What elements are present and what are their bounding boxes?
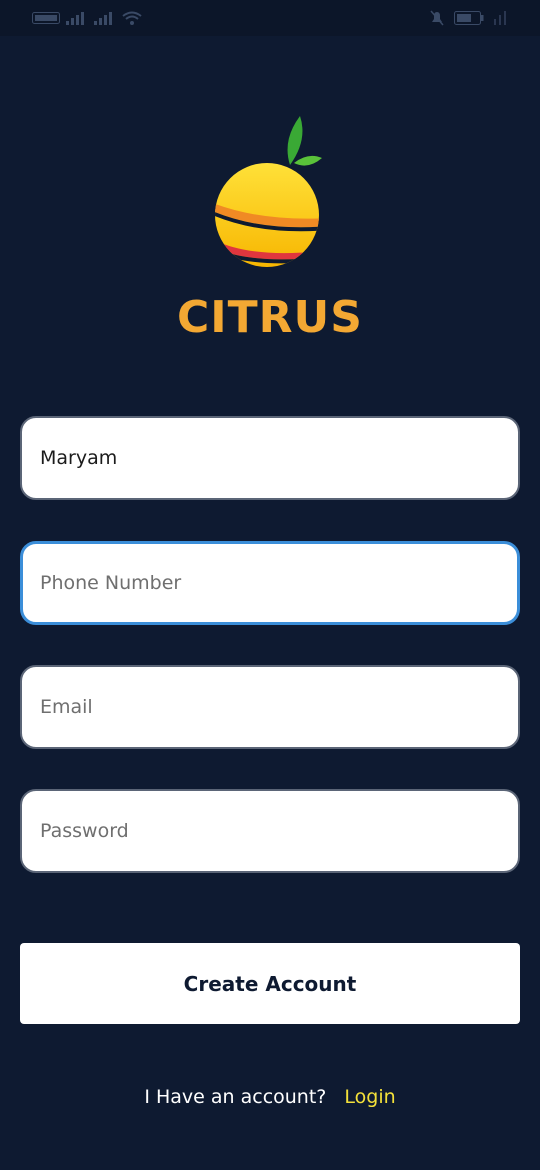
mute-icon [430,10,444,26]
login-prompt: I Have an account? Login [0,1086,540,1108]
have-account-text: I Have an account? [144,1086,327,1108]
signal-icon [66,12,84,25]
phone-number-field[interactable] [20,541,520,625]
password-field[interactable] [20,789,520,873]
signal-icon [494,11,506,25]
volte-icon [32,12,60,24]
email-field[interactable] [20,665,520,749]
status-bar-left [32,9,142,27]
status-bar-right [430,9,508,27]
wifi-icon [122,11,142,25]
create-account-button[interactable]: Create Account [20,943,520,1024]
brand-name: CITRUS [177,292,363,343]
battery-icon [454,11,484,25]
status-bar [0,0,540,36]
login-link[interactable]: Login [344,1086,395,1108]
signal-icon [94,12,112,25]
citrus-logo [215,116,322,267]
name-field[interactable] [20,416,520,500]
